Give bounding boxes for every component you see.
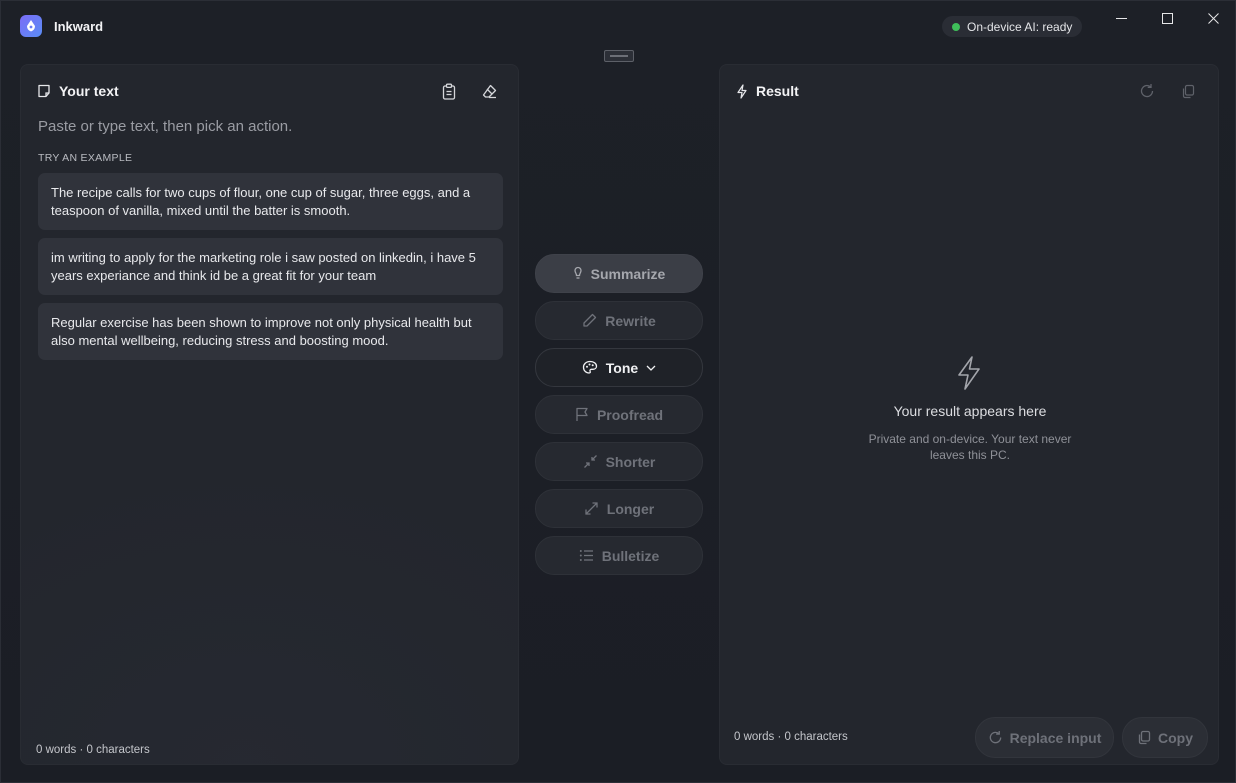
pane-resize-handle[interactable] (604, 50, 634, 62)
bulb-icon (573, 266, 582, 279)
eraser-icon (482, 84, 496, 98)
tone-dropdown-button[interactable]: Tone (535, 348, 703, 387)
paste-button[interactable] (437, 79, 461, 103)
app-title: Inkward (54, 19, 104, 34)
bulletize-button[interactable]: Bulletize (535, 536, 703, 575)
refresh-icon (1140, 84, 1154, 98)
shorter-button[interactable]: Shorter (535, 442, 703, 481)
empty-state-subtitle: Private and on-device. Your text never l… (868, 432, 1072, 462)
empty-state-lightning-icon (954, 355, 984, 396)
close-window-button[interactable] (1198, 7, 1228, 29)
minimize-icon (1115, 17, 1127, 19)
input-panel: Your text Paste or type text, then pick … (20, 64, 519, 765)
copy-icon (1182, 84, 1195, 98)
result-panel-title: Result (756, 83, 799, 99)
summarize-button[interactable]: Summarize (535, 254, 703, 293)
copy-result-icon-button[interactable] (1176, 79, 1200, 103)
palette-icon (582, 360, 597, 374)
minimize-button[interactable] (1106, 7, 1136, 29)
example-card[interactable]: The recipe calls for two cups of flour, … (38, 173, 503, 230)
proofread-label: Proofread (596, 406, 664, 423)
shorter-label: Shorter (605, 453, 656, 470)
clear-text-button[interactable] (477, 79, 501, 103)
example-card[interactable]: Regular exercise has been shown to impro… (38, 303, 503, 360)
lightning-icon (737, 83, 747, 99)
rewrite-button[interactable]: Rewrite (535, 301, 703, 340)
bulletize-label: Bulletize (601, 547, 660, 564)
title-bar: Inkward On-device AI: ready (1, 1, 1236, 53)
note-icon (38, 84, 50, 98)
rewrite-label: Rewrite (605, 312, 656, 329)
app-logo-icon (20, 15, 42, 37)
refresh-icon (989, 730, 1001, 744)
app-window: Inkward On-device AI: ready Your text Pa… (0, 0, 1236, 783)
longer-label: Longer (606, 500, 655, 517)
ai-status-badge: On-device AI: ready (942, 16, 1083, 37)
empty-state-title: Your result appears here (893, 403, 1047, 419)
proofread-button[interactable]: Proofread (535, 395, 703, 434)
copy-button[interactable]: Copy (1122, 717, 1208, 758)
input-panel-header: Your text (37, 83, 119, 99)
status-dot-icon (952, 22, 960, 31)
example-card[interactable]: im writing to apply for the marketing ro… (38, 238, 503, 295)
regenerate-button[interactable] (1135, 79, 1159, 103)
input-word-count: 0 words · 0 characters (36, 744, 150, 756)
maximize-icon (1161, 12, 1173, 24)
copy-icon (1138, 730, 1151, 745)
result-panel: Result Your result appears here Private … (719, 64, 1219, 765)
longer-button[interactable]: Longer (535, 489, 703, 528)
summarize-label: Summarize (590, 265, 666, 282)
tone-label: Tone (605, 359, 639, 376)
chevron-down-icon (646, 365, 656, 371)
ai-status-label: On-device AI: ready (967, 19, 1073, 34)
expand-icon (585, 502, 598, 515)
input-panel-title: Your text (59, 83, 119, 99)
result-word-count: 0 words · 0 characters (734, 731, 848, 743)
replace-input-label: Replace input (1009, 729, 1102, 746)
result-panel-header: Result (736, 83, 799, 99)
list-icon (579, 550, 593, 561)
examples-heading: TRY AN EXAMPLE (38, 152, 133, 164)
close-icon (1207, 12, 1219, 24)
collapse-icon (583, 455, 597, 468)
text-input-placeholder[interactable]: Paste or type text, then pick an action. (38, 118, 292, 135)
clipboard-icon (442, 83, 456, 100)
copy-label: Copy (1158, 729, 1193, 746)
pencil-icon (583, 313, 597, 327)
flag-icon (576, 407, 588, 421)
replace-input-button[interactable]: Replace input (975, 717, 1114, 758)
maximize-button[interactable] (1152, 7, 1182, 29)
